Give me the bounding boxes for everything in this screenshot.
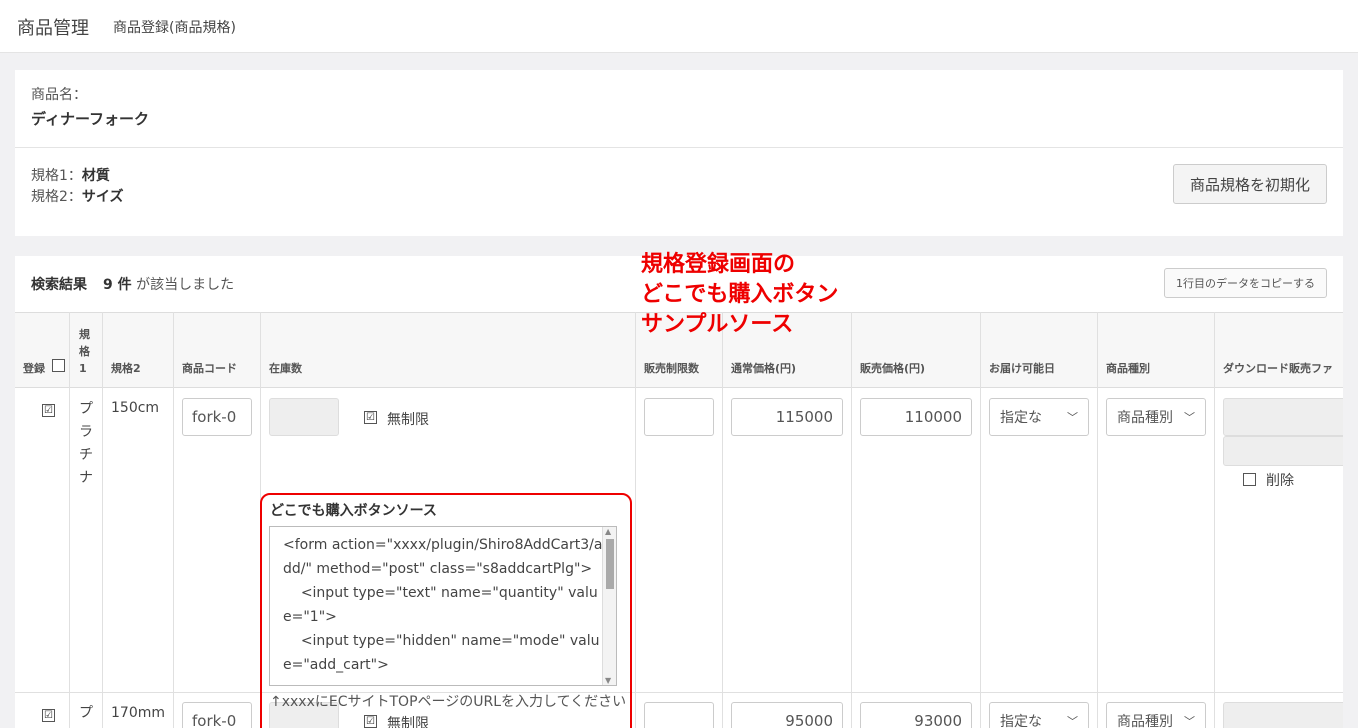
- product-name-value: ディナーフォーク: [31, 110, 150, 128]
- source-code-textarea[interactable]: <form action="xxxx/plugin/Shiro8AddCart3…: [269, 526, 617, 686]
- scroll-down-icon[interactable]: ▼: [605, 676, 611, 685]
- row1-spec2: 150cm: [111, 400, 160, 416]
- col-normal-price: 通常価格(円): [731, 362, 797, 375]
- row2-type-select[interactable]: 商品種別 ﹀: [1106, 702, 1206, 728]
- row2-spec1: プ: [79, 705, 93, 721]
- row2-sale-limit-input[interactable]: [644, 702, 714, 728]
- spec2-label: 規格2：: [31, 189, 82, 205]
- chevron-down-icon: ﹀: [1184, 715, 1195, 728]
- chevron-down-icon: ﹀: [1067, 715, 1078, 728]
- spec1-value: 材質: [81, 168, 110, 184]
- row2-code-input[interactable]: fork-0: [182, 702, 252, 728]
- row1-code-input[interactable]: fork-0: [182, 398, 252, 436]
- row1-download-file-input[interactable]: [1223, 436, 1343, 466]
- product-info-card: 商品名： ディナーフォーク 規格1：材質 規格2：サイズ 商品規格を初期化: [15, 70, 1343, 236]
- row2-normal-price-input[interactable]: 95000: [731, 702, 843, 728]
- row1-spec1: プラチナ: [79, 401, 93, 486]
- divider: [15, 147, 1343, 148]
- row2-register-checkbox[interactable]: ☑: [42, 709, 55, 722]
- col-sale-limit: 販売制限数: [644, 362, 699, 375]
- col-type: 商品種別: [1106, 362, 1150, 375]
- row1-sale-limit-input[interactable]: [644, 398, 714, 436]
- row1-register-checkbox[interactable]: ☑: [42, 404, 55, 417]
- col-spec1: 規格1: [79, 328, 90, 375]
- top-bar: 商品管理 商品登録(商品規格): [0, 0, 1358, 53]
- spec-table: 登録 規格1 規格2 商品コード 在庫数 販売制限数 通常価格(円) 販売価格(…: [15, 312, 1343, 728]
- row1-stock-input[interactable]: [269, 398, 339, 436]
- page-subtitle: 商品登録(商品規格): [113, 20, 236, 36]
- row1-type-value: 商品種別: [1117, 410, 1173, 426]
- spec1-label: 規格1：: [31, 168, 82, 184]
- row2-sale-price-input[interactable]: 93000: [860, 702, 972, 728]
- textarea-scrollbar[interactable]: ▲ ▼: [602, 527, 616, 685]
- col-sale-price: 販売価格(円): [860, 362, 926, 375]
- row1-delivery-select[interactable]: 指定な ﹀: [989, 398, 1089, 436]
- row2-download-name-input[interactable]: [1223, 702, 1343, 728]
- chevron-down-icon: ﹀: [1184, 411, 1195, 424]
- col-register: 登録: [23, 362, 45, 375]
- row1-delete-checkbox[interactable]: [1243, 473, 1256, 486]
- row1-sale-price-input[interactable]: 110000: [860, 398, 972, 436]
- purchase-button-source-callout: どこでも購入ボタンソース <form action="xxxx/plugin/S…: [260, 493, 632, 728]
- init-spec-button[interactable]: 商品規格を初期化: [1173, 164, 1327, 204]
- result-label: 検索結果: [31, 277, 87, 293]
- row1-type-select[interactable]: 商品種別 ﹀: [1106, 398, 1206, 436]
- page-title: 商品管理: [17, 18, 89, 39]
- row2-delivery-select[interactable]: 指定な ﹀: [989, 702, 1089, 728]
- url-input-note: ↑xxxxにECサイトTOPページのURLを入力してください: [270, 694, 627, 710]
- col-download: ダウンロード販売ファ: [1223, 362, 1333, 375]
- col-delivery: お届け可能日: [989, 362, 1055, 375]
- col-spec2: 規格2: [111, 362, 141, 375]
- row1-normal-price-input[interactable]: 115000: [731, 398, 843, 436]
- source-code-text: <form action="xxxx/plugin/Shiro8AddCart3…: [283, 537, 603, 673]
- annotation-text: 規格登録画面の どこでも購入ボタン サンプルソース: [641, 252, 839, 337]
- select-all-checkbox[interactable]: [52, 359, 65, 372]
- col-code: 商品コード: [182, 362, 237, 375]
- result-suffix: が該当しました: [136, 277, 235, 293]
- chevron-down-icon: ﹀: [1067, 411, 1078, 424]
- copy-first-row-button[interactable]: 1行目のデータをコピーする: [1164, 268, 1327, 298]
- scroll-thumb[interactable]: [606, 539, 614, 589]
- col-stock: 在庫数: [269, 362, 302, 375]
- callout-title: どこでも購入ボタンソース: [270, 503, 437, 519]
- row2-spec2: 170mm: [111, 705, 165, 721]
- row1-unlimited-label: 無制限: [387, 412, 429, 428]
- row1-unlimited-checkbox[interactable]: ☑: [364, 411, 377, 424]
- spec2-value: サイズ: [81, 189, 124, 205]
- row1-download-name-input[interactable]: [1223, 398, 1343, 436]
- row-separator: [15, 692, 1343, 693]
- row1-delete-label: 削除: [1266, 473, 1294, 489]
- result-count: 9 件: [103, 277, 132, 293]
- scroll-up-icon[interactable]: ▲: [605, 527, 611, 536]
- row1-delivery-value: 指定な: [1000, 410, 1042, 426]
- spec1-info: 規格1：材質: [31, 165, 110, 185]
- row2-delivery-value: 指定な: [1000, 714, 1042, 728]
- result-summary: 検索結果 9 件 が該当しました: [31, 274, 234, 294]
- product-name-label: 商品名：: [31, 87, 87, 103]
- spec2-info: 規格2：サイズ: [31, 186, 124, 206]
- row2-type-value: 商品種別: [1117, 714, 1173, 728]
